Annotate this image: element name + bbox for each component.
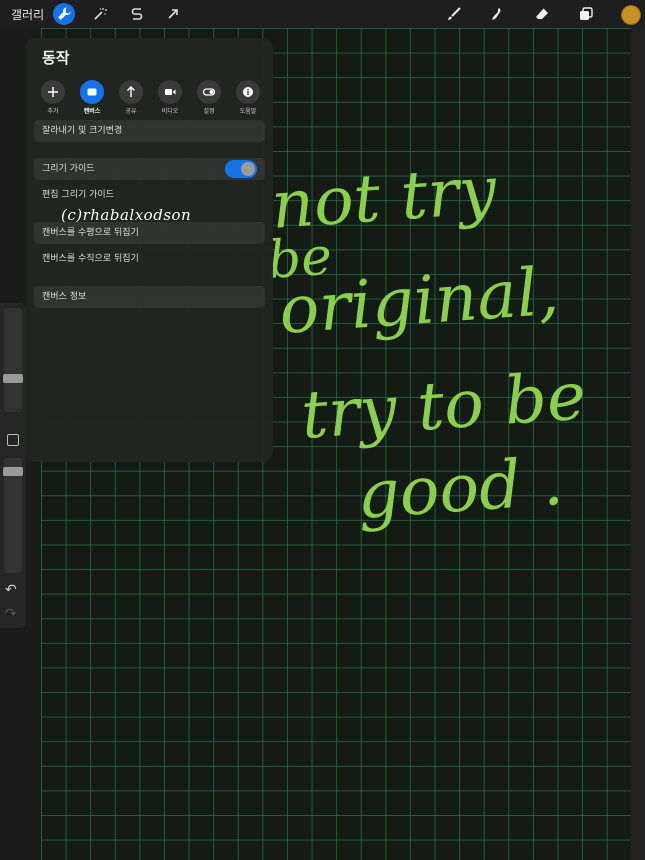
smudge-icon[interactable] [485, 3, 507, 25]
watermark-text: (c)rhabalxodson [61, 206, 192, 224]
canvas-info-row[interactable]: 캔버스 정보 [34, 286, 265, 308]
brush-size-opacity-sidebar [0, 303, 26, 628]
flip-vertical-row[interactable]: 캔버스를 수직으로 뒤집기 [34, 248, 265, 270]
actions-panel: 동작 추가 캔버스 공유 비디오 설정 도움말 잘라내기 및 크기변경 그리기 … [26, 38, 273, 462]
art-line-5: good . [355, 443, 566, 534]
opacity-thumb[interactable] [3, 467, 23, 476]
panel-title: 동작 [42, 49, 70, 67]
video-icon [158, 80, 182, 104]
tab-label: 캔버스 [83, 108, 101, 115]
drawing-guide-toggle[interactable] [225, 160, 257, 178]
wrench-icon[interactable] [53, 3, 75, 25]
tab-video[interactable]: 비디오 [157, 80, 183, 115]
tab-add[interactable]: 추가 [40, 80, 66, 115]
tab-label: 추가 [47, 108, 59, 115]
crop-resize-row[interactable]: 잘라내기 및 크기변경 [34, 120, 265, 142]
selection-s-icon[interactable] [126, 3, 148, 25]
plus-icon [41, 80, 65, 104]
modify-button[interactable] [7, 434, 19, 446]
flip-horizontal-row[interactable]: 캔버스를 수평으로 뒤집기 [34, 222, 265, 244]
undo-icon[interactable]: ↶ [5, 582, 17, 598]
tab-label: 설정 [203, 108, 215, 115]
magic-wand-icon[interactable] [89, 3, 111, 25]
drawing-guide-row[interactable]: 그리기 가이드 [34, 158, 265, 180]
toggle-knob [241, 162, 255, 176]
color-swatch[interactable] [621, 5, 641, 25]
toggle-icon [197, 80, 221, 104]
info-icon [236, 80, 260, 104]
canvas-margin [631, 28, 645, 860]
tab-label: 도움말 [239, 108, 257, 115]
tab-label: 공유 [125, 108, 137, 115]
gallery-button[interactable]: 갤러리 [11, 6, 44, 23]
brush-size-thumb[interactable] [3, 374, 23, 383]
share-arrow-icon [119, 80, 143, 104]
canvas-icon [80, 80, 104, 104]
tab-help[interactable]: 도움말 [235, 80, 261, 115]
redo-icon[interactable]: ↷ [5, 606, 17, 622]
tab-share[interactable]: 공유 [118, 80, 144, 115]
tab-settings[interactable]: 설정 [196, 80, 222, 115]
brush-icon[interactable] [443, 3, 465, 25]
tab-canvas[interactable]: 캔버스 [79, 80, 105, 115]
tab-label: 비디오 [161, 108, 179, 115]
brush-size-slider[interactable] [4, 308, 22, 412]
edit-drawing-guide-row[interactable]: 편집 그리기 가이드 [34, 184, 265, 206]
layers-icon[interactable] [575, 3, 597, 25]
drawing-guide-label: 그리기 가이드 [42, 164, 95, 174]
eraser-icon[interactable] [531, 3, 553, 25]
art-line-4: try to be [299, 357, 589, 454]
transform-arrow-icon[interactable] [162, 3, 184, 25]
top-toolbar: 갤러리 [0, 0, 645, 28]
